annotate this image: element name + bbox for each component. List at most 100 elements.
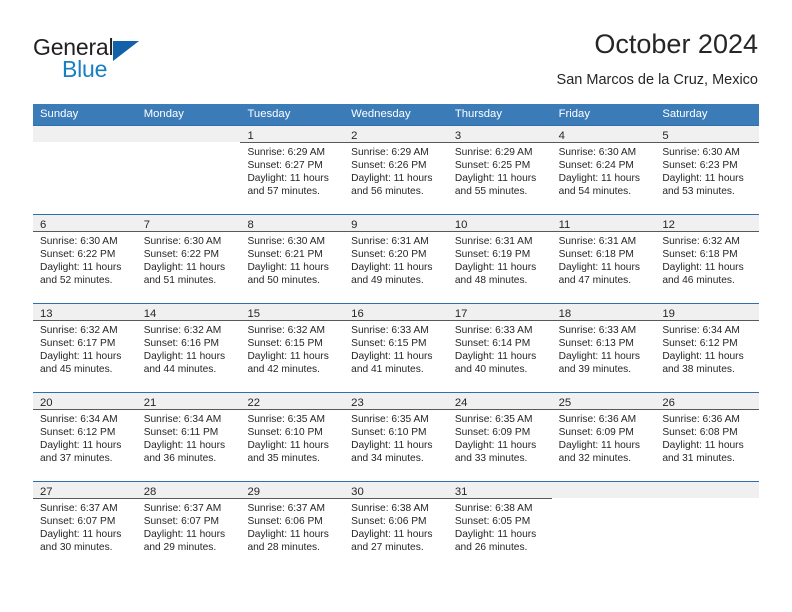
day-info: Sunrise: 6:37 AM Sunset: 6:07 PM Dayligh… — [33, 499, 137, 554]
day-number-band: 17 — [447, 304, 552, 321]
day-cell[interactable]: 23 Sunrise: 6:35 AM Sunset: 6:10 PM Dayl… — [344, 393, 448, 481]
daylight-text-line1: Daylight: 11 hours — [143, 529, 226, 541]
sunset-text: Sunset: 6:12 PM — [662, 338, 738, 350]
day-cell[interactable]: 28 Sunrise: 6:37 AM Sunset: 6:07 PM Dayl… — [136, 482, 241, 570]
weekday-wednesday: Wednesday — [351, 108, 411, 120]
day-cell[interactable]: 4 Sunrise: 6:30 AM Sunset: 6:24 PM Dayli… — [551, 126, 656, 214]
day-number: 4 — [558, 130, 565, 142]
day-cell[interactable]: 3 Sunrise: 6:29 AM Sunset: 6:25 PM Dayli… — [447, 126, 552, 214]
daylight-text-line2: and 39 minutes. — [558, 364, 632, 376]
sunrise-text: Sunrise: 6:32 AM — [247, 325, 326, 336]
sunrise-text: Sunrise: 6:37 AM — [247, 503, 326, 514]
daylight-text-line2: and 36 minutes. — [143, 453, 217, 465]
day-number: 29 — [247, 486, 261, 498]
day-cell[interactable]: 5 Sunrise: 6:30 AM Sunset: 6:23 PM Dayli… — [655, 126, 760, 214]
day-cell[interactable]: 17 Sunrise: 6:33 AM Sunset: 6:14 PM Dayl… — [447, 304, 552, 392]
day-cell-empty — [655, 482, 760, 570]
sunset-text: Sunset: 6:10 PM — [247, 427, 323, 439]
day-number-band: 9 — [344, 215, 448, 232]
day-cell[interactable]: 6 Sunrise: 6:30 AM Sunset: 6:22 PM Dayli… — [33, 215, 137, 303]
daylight-text-line1: Daylight: 11 hours — [454, 440, 537, 452]
sunset-text: Sunset: 6:14 PM — [454, 338, 531, 350]
day-number: 13 — [40, 308, 53, 320]
day-cell[interactable]: 19 Sunrise: 6:34 AM Sunset: 6:12 PM Dayl… — [655, 304, 760, 392]
day-cell[interactable]: 26 Sunrise: 6:36 AM Sunset: 6:08 PM Dayl… — [655, 393, 760, 481]
day-cell[interactable]: 10 Sunrise: 6:31 AM Sunset: 6:19 PM Dayl… — [447, 215, 552, 303]
page-header: General Blue October 2024 San Marcos de … — [0, 0, 792, 100]
sunset-text: Sunset: 6:05 PM — [454, 516, 531, 528]
day-info: Sunrise: 6:32 AM Sunset: 6:18 PM Dayligh… — [655, 232, 759, 287]
sunrise-text: Sunrise: 6:35 AM — [454, 414, 533, 425]
day-cell[interactable]: 22 Sunrise: 6:35 AM Sunset: 6:10 PM Dayl… — [240, 393, 345, 481]
daylight-text-line2: and 35 minutes. — [247, 453, 320, 465]
sunset-text: Sunset: 6:11 PM — [143, 427, 219, 439]
day-info: Sunrise: 6:30 AM Sunset: 6:23 PM Dayligh… — [655, 143, 759, 198]
daylight-text-line2: and 49 minutes. — [351, 275, 424, 287]
day-number-band: 19 — [655, 304, 760, 321]
day-cell[interactable]: 15 Sunrise: 6:32 AM Sunset: 6:15 PM Dayl… — [240, 304, 345, 392]
day-cell[interactable]: 24 Sunrise: 6:35 AM Sunset: 6:09 PM Dayl… — [447, 393, 552, 481]
sunset-text: Sunset: 6:22 PM — [143, 249, 220, 261]
day-cell[interactable]: 30 Sunrise: 6:38 AM Sunset: 6:06 PM Dayl… — [344, 482, 448, 570]
sunset-text: Sunset: 6:06 PM — [351, 516, 427, 528]
daylight-text-line1: Daylight: 11 hours — [662, 440, 744, 452]
day-cell[interactable]: 9 Sunrise: 6:31 AM Sunset: 6:20 PM Dayli… — [344, 215, 448, 303]
day-cell[interactable]: 8 Sunrise: 6:30 AM Sunset: 6:21 PM Dayli… — [240, 215, 345, 303]
day-cell[interactable]: 20 Sunrise: 6:34 AM Sunset: 6:12 PM Dayl… — [33, 393, 137, 481]
day-cell[interactable]: 13 Sunrise: 6:32 AM Sunset: 6:17 PM Dayl… — [33, 304, 137, 392]
daylight-text-line2: and 40 minutes. — [454, 364, 528, 376]
weekday-tuesday: Tuesday — [247, 108, 291, 120]
daylight-text-line2: and 30 minutes. — [40, 542, 113, 554]
sunrise-text: Sunrise: 6:30 AM — [40, 236, 118, 247]
day-number: 23 — [351, 397, 364, 409]
day-number-band: 24 — [447, 393, 552, 410]
day-number-band: 22 — [240, 393, 345, 410]
day-info — [655, 499, 759, 502]
day-number-band — [551, 482, 656, 499]
day-number-band: 12 — [655, 215, 760, 232]
day-info: Sunrise: 6:33 AM Sunset: 6:14 PM Dayligh… — [448, 321, 552, 376]
day-cell[interactable]: 2 Sunrise: 6:29 AM Sunset: 6:26 PM Dayli… — [344, 126, 448, 214]
daylight-text-line1: Daylight: 11 hours — [143, 262, 226, 274]
day-cell[interactable]: 31 Sunrise: 6:38 AM Sunset: 6:05 PM Dayl… — [447, 482, 552, 570]
day-number-band: 21 — [136, 393, 241, 410]
day-cell[interactable]: 25 Sunrise: 6:36 AM Sunset: 6:09 PM Dayl… — [551, 393, 656, 481]
day-cell[interactable]: 16 Sunrise: 6:33 AM Sunset: 6:15 PM Dayl… — [344, 304, 448, 392]
daylight-text-line2: and 52 minutes. — [40, 275, 113, 287]
day-info: Sunrise: 6:31 AM Sunset: 6:19 PM Dayligh… — [448, 232, 552, 287]
daylight-text-line1: Daylight: 11 hours — [143, 351, 226, 363]
daylight-text-line1: Daylight: 11 hours — [558, 440, 640, 452]
day-cell[interactable]: 1 Sunrise: 6:29 AM Sunset: 6:27 PM Dayli… — [240, 126, 345, 214]
sunrise-text: Sunrise: 6:36 AM — [558, 414, 637, 425]
day-cell[interactable]: 27 Sunrise: 6:37 AM Sunset: 6:07 PM Dayl… — [33, 482, 137, 570]
daylight-text-line1: Daylight: 11 hours — [351, 529, 433, 541]
day-number-band: 27 — [33, 482, 137, 499]
daylight-text-line2: and 57 minutes. — [247, 186, 320, 198]
day-number: 21 — [143, 397, 157, 409]
day-number-band: 28 — [136, 482, 241, 499]
daylight-text-line2: and 56 minutes. — [351, 186, 424, 198]
day-number-band: 31 — [447, 482, 552, 499]
day-info: Sunrise: 6:30 AM Sunset: 6:24 PM Dayligh… — [552, 143, 656, 198]
day-number: 27 — [40, 486, 53, 498]
calendar-grid: Sunday Monday Tuesday Wednesday Thursday… — [33, 104, 760, 570]
day-cell[interactable]: 11 Sunrise: 6:31 AM Sunset: 6:18 PM Dayl… — [551, 215, 656, 303]
day-cell[interactable]: 18 Sunrise: 6:33 AM Sunset: 6:13 PM Dayl… — [551, 304, 656, 392]
day-number-band: 11 — [551, 215, 656, 232]
day-cell[interactable]: 21 Sunrise: 6:34 AM Sunset: 6:11 PM Dayl… — [136, 393, 241, 481]
day-info: Sunrise: 6:29 AM Sunset: 6:26 PM Dayligh… — [344, 143, 448, 198]
day-cell[interactable]: 7 Sunrise: 6:30 AM Sunset: 6:22 PM Dayli… — [136, 215, 241, 303]
day-number-band — [136, 126, 241, 143]
daylight-text-line1: Daylight: 11 hours — [247, 262, 329, 274]
day-number: 15 — [247, 308, 261, 320]
day-cell[interactable]: 12 Sunrise: 6:32 AM Sunset: 6:18 PM Dayl… — [655, 215, 760, 303]
sunrise-text: Sunrise: 6:30 AM — [558, 147, 637, 158]
daylight-text-line2: and 55 minutes. — [454, 186, 528, 198]
day-cell[interactable]: 14 Sunrise: 6:32 AM Sunset: 6:16 PM Dayl… — [136, 304, 241, 392]
general-blue-logo: General Blue — [33, 34, 223, 86]
day-number: 30 — [351, 486, 364, 498]
day-number-band: 20 — [33, 393, 137, 410]
day-cell[interactable]: 29 Sunrise: 6:37 AM Sunset: 6:06 PM Dayl… — [240, 482, 345, 570]
daylight-text-line2: and 29 minutes. — [143, 542, 217, 554]
sunset-text: Sunset: 6:07 PM — [143, 516, 220, 528]
